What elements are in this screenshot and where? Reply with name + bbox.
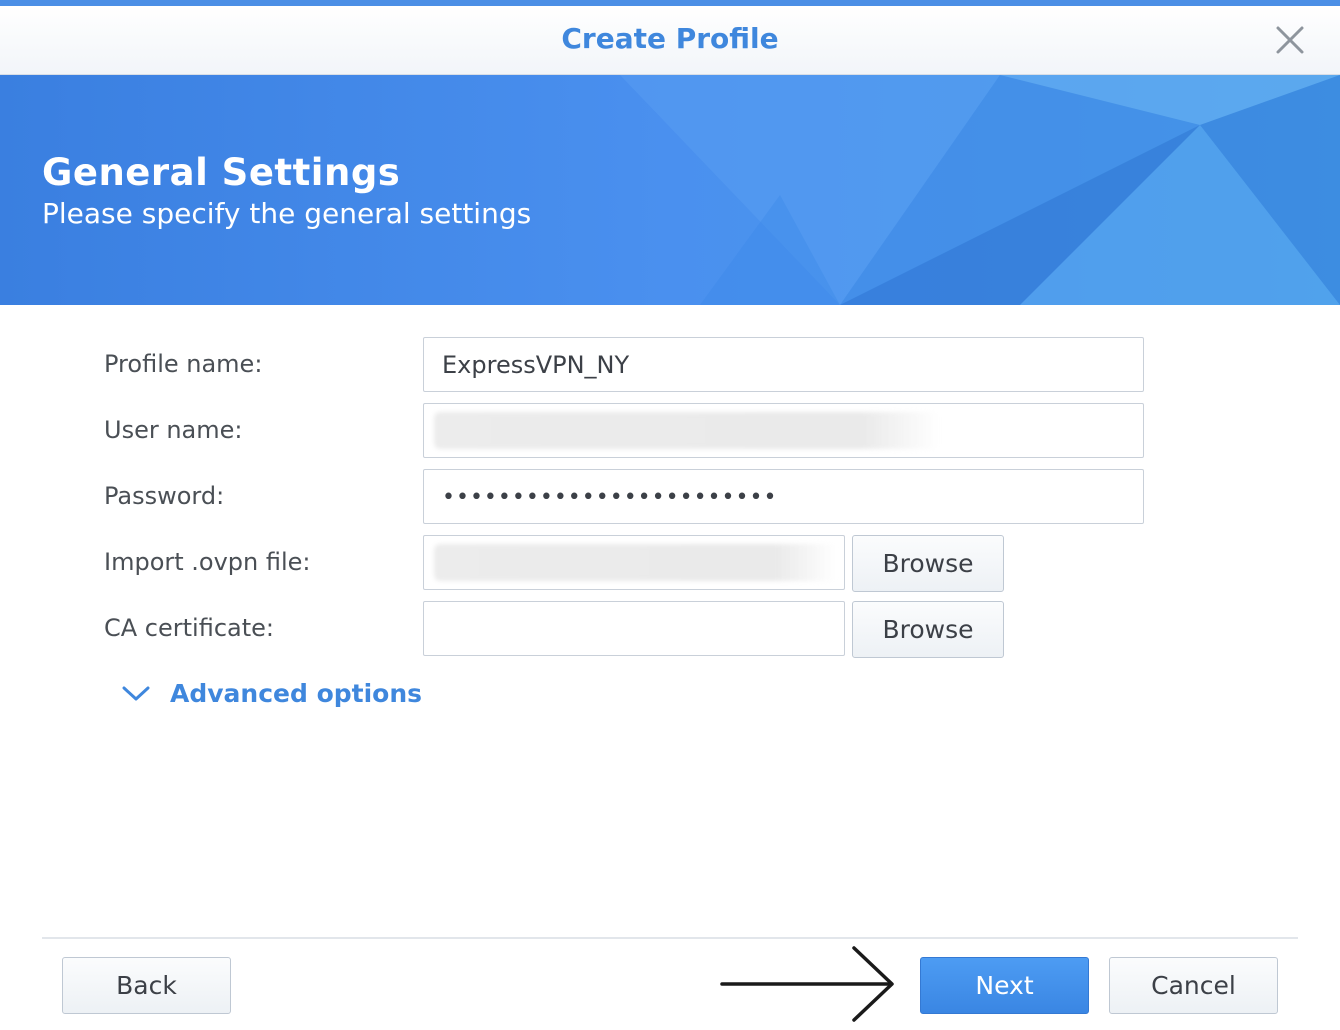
create-profile-dialog: Create Profile General Settings Please s… [0,0,1340,1030]
close-button[interactable] [1274,24,1306,56]
profile-name-label: Profile name: [104,350,263,378]
arrow-right-icon [720,946,894,1022]
close-icon [1276,26,1304,54]
advanced-options-label: Advanced options [170,678,423,708]
dialog-title: Create Profile [561,22,779,55]
ovpn-browse-button[interactable]: Browse [852,535,1004,592]
user-name-input[interactable] [423,403,1144,458]
banner-subtitle: Please specify the general settings [42,197,532,230]
title-bar: Create Profile [0,6,1340,75]
footer-divider [42,937,1298,939]
ca-certificate-label: CA certificate: [104,614,274,642]
advanced-options-toggle[interactable]: Advanced options [120,676,422,710]
redacted-value [434,544,836,581]
banner-title: General Settings [42,151,401,194]
next-button[interactable]: Next [920,957,1089,1014]
password-label: Password: [104,482,225,510]
ovpn-file-label: Import .ovpn file: [104,548,311,576]
redacted-value [434,412,939,449]
ovpn-file-input[interactable] [423,535,845,590]
user-name-label: User name: [104,416,243,444]
password-input[interactable]: •••••••••••••••••••••••• [423,469,1144,524]
chevron-down-icon [122,686,150,701]
header-banner: General Settings Please specify the gene… [0,75,1340,305]
cancel-button[interactable]: Cancel [1109,957,1278,1014]
back-button[interactable]: Back [62,957,231,1014]
ca-certificate-input[interactable] [423,601,845,656]
ca-browse-button[interactable]: Browse [852,601,1004,658]
profile-name-input[interactable]: ExpressVPN_NY [423,337,1144,392]
